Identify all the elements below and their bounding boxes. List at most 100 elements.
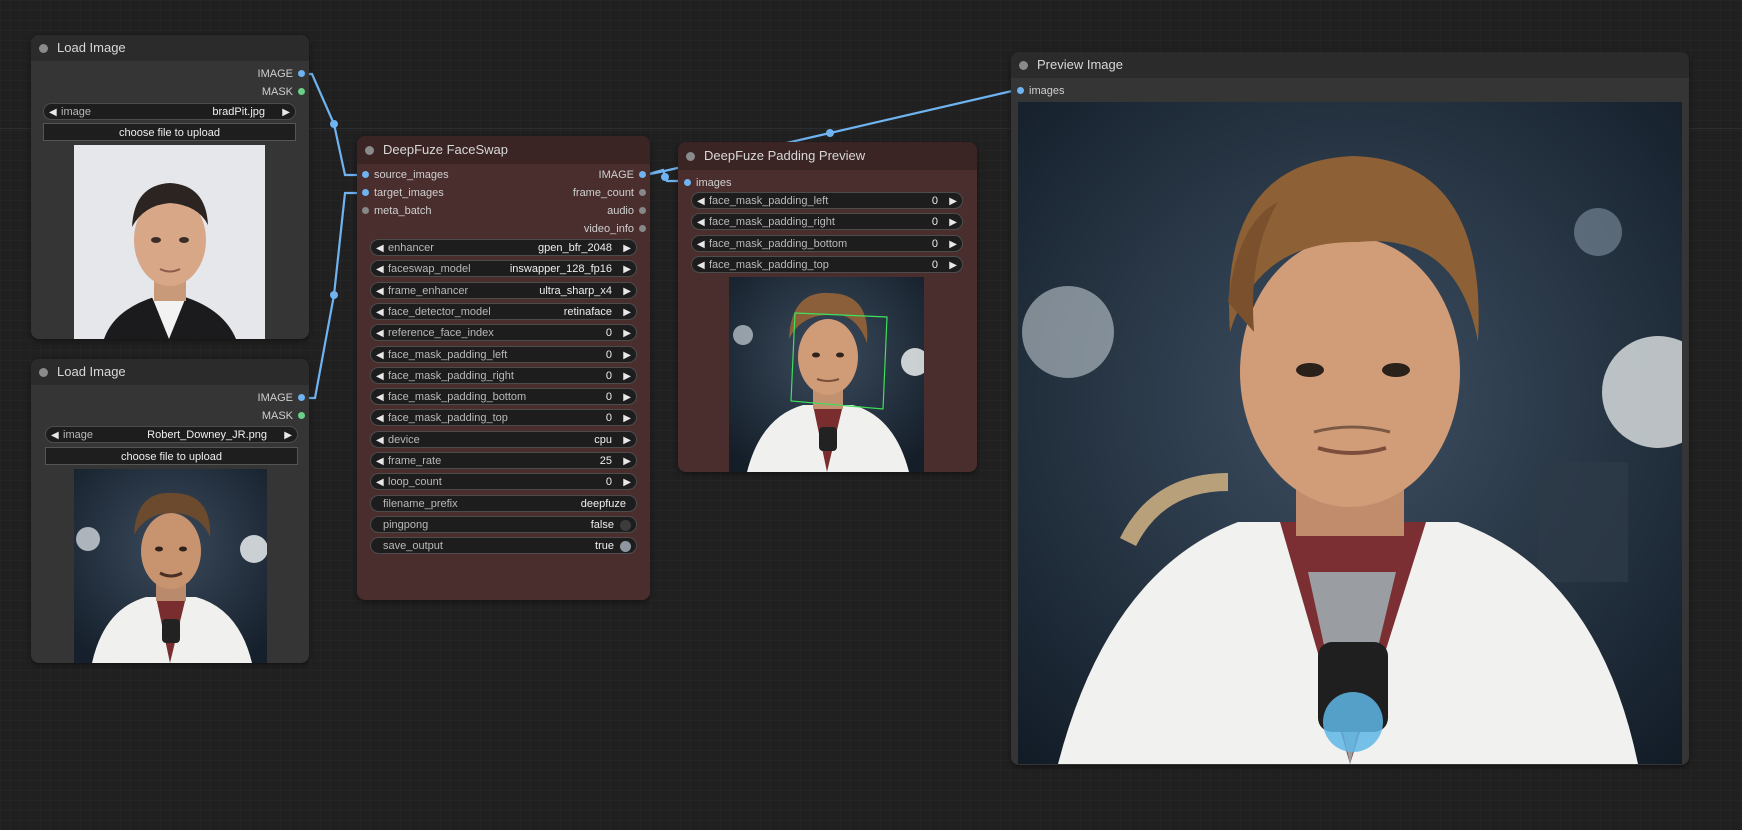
widget-face-mask-padding-bottom[interactable]: ◀ face_mask_padding_bottom 0 ▶ <box>691 234 963 253</box>
input-source-images[interactable]: source_images <box>362 167 449 183</box>
arrow-left-icon[interactable]: ◀ <box>697 257 705 274</box>
toggle-knob-icon[interactable] <box>620 541 631 553</box>
input-meta-batch[interactable]: meta_batch <box>362 203 431 219</box>
output-slot-icon[interactable] <box>639 189 646 196</box>
widget-face-mask-padding-left[interactable]: ◀ face_mask_padding_left 0 ▶ <box>691 192 963 209</box>
node-title[interactable]: Load Image <box>31 35 309 61</box>
arrow-right-icon[interactable]: ▶ <box>623 261 631 278</box>
collapse-dot-icon[interactable] <box>365 146 374 155</box>
node-title[interactable]: Load Image <box>31 359 309 385</box>
output-slot-icon[interactable] <box>298 70 305 77</box>
arrow-right-icon[interactable]: ▶ <box>623 347 631 364</box>
widget-face-mask-padding-bottom[interactable]: ◀ face_mask_padding_bottom 0 ▶ <box>370 388 637 406</box>
arrow-left-icon[interactable]: ◀ <box>376 453 384 470</box>
output-audio[interactable]: audio <box>526 203 646 219</box>
input-slot-icon[interactable] <box>1017 87 1024 94</box>
node-title[interactable]: DeepFuze Padding Preview <box>678 142 977 170</box>
widget-face-mask-padding-left[interactable]: ◀ face_mask_padding_left 0 ▶ <box>370 345 637 364</box>
widget-loop-count[interactable]: ◀ loop_count 0 ▶ <box>370 473 637 491</box>
arrow-left-icon[interactable]: ◀ <box>376 347 384 364</box>
input-images[interactable]: images <box>1017 83 1064 99</box>
arrow-right-icon[interactable]: ▶ <box>949 193 957 210</box>
arrow-right-icon[interactable]: ▶ <box>623 240 631 257</box>
arrow-left-icon[interactable]: ◀ <box>376 410 384 427</box>
arrow-right-icon[interactable]: ▶ <box>623 410 631 427</box>
arrow-left-icon[interactable]: ◀ <box>376 240 384 257</box>
arrow-left-icon[interactable]: ◀ <box>697 193 705 210</box>
arrow-right-icon[interactable]: ▶ <box>623 453 631 470</box>
output-image[interactable]: IMAGE <box>185 390 305 406</box>
widget-face-mask-padding-top[interactable]: ◀ face_mask_padding_top 0 ▶ <box>691 255 963 274</box>
arrow-right-icon[interactable]: ▶ <box>623 389 631 406</box>
input-slot-icon[interactable] <box>362 171 369 178</box>
arrow-right-icon[interactable]: ▶ <box>623 304 631 321</box>
node-title[interactable]: DeepFuze FaceSwap <box>357 136 650 164</box>
output-slot-icon[interactable] <box>298 88 305 95</box>
arrow-left-icon[interactable]: ◀ <box>49 104 57 121</box>
output-frame-count[interactable]: frame_count <box>526 185 646 201</box>
arrow-left-icon[interactable]: ◀ <box>376 261 384 278</box>
load-image-node-1[interactable]: Load Image IMAGE MASK ◀ image bradPit.jp… <box>31 35 309 339</box>
collapse-dot-icon[interactable] <box>39 44 48 53</box>
preview-image-node[interactable]: Preview Image images <box>1011 52 1689 765</box>
input-slot-icon[interactable] <box>362 207 369 214</box>
widget-faceswap-model[interactable]: ◀ faceswap_model inswapper_128_fp16 ▶ <box>370 260 637 278</box>
image-combo-widget[interactable]: ◀ image bradPit.jpg ▶ <box>43 103 296 120</box>
widget-face-mask-padding-top[interactable]: ◀ face_mask_padding_top 0 ▶ <box>370 409 637 427</box>
arrow-right-icon[interactable]: ▶ <box>623 432 631 449</box>
output-slot-icon[interactable] <box>639 207 646 214</box>
load-image-node-2[interactable]: Load Image IMAGE MASK ◀ image Robert_Dow… <box>31 359 309 663</box>
output-mask[interactable]: MASK <box>185 408 305 424</box>
input-images[interactable]: images <box>684 175 731 191</box>
output-image[interactable]: IMAGE <box>185 66 305 82</box>
arrow-left-icon[interactable]: ◀ <box>376 368 384 385</box>
arrow-left-icon[interactable]: ◀ <box>697 214 705 231</box>
arrow-right-icon[interactable]: ▶ <box>284 427 292 444</box>
output-slot-icon[interactable] <box>639 225 646 232</box>
arrow-left-icon[interactable]: ◀ <box>376 474 384 491</box>
arrow-left-icon[interactable]: ◀ <box>51 427 59 444</box>
arrow-left-icon[interactable]: ◀ <box>376 325 384 342</box>
choose-file-button[interactable]: choose file to upload <box>43 123 296 141</box>
image-combo-widget[interactable]: ◀ image Robert_Downey_JR.png ▶ <box>45 426 298 443</box>
widget-device[interactable]: ◀ device cpu ▶ <box>370 430 637 449</box>
input-slot-icon[interactable] <box>362 189 369 196</box>
widget-pingpong[interactable]: pingpong false <box>370 515 637 533</box>
output-slot-icon[interactable] <box>639 171 646 178</box>
widget-face-detector-model[interactable]: ◀ face_detector_model retinaface ▶ <box>370 302 637 321</box>
arrow-left-icon[interactable]: ◀ <box>376 304 384 321</box>
widget-reference-face-index[interactable]: ◀ reference_face_index 0 ▶ <box>370 324 637 342</box>
node-title[interactable]: Preview Image <box>1011 52 1689 78</box>
deepfuze-faceswap-node[interactable]: DeepFuze FaceSwap source_images target_i… <box>357 136 650 600</box>
widget-frame-enhancer[interactable]: ◀ frame_enhancer ultra_sharp_x4 ▶ <box>370 281 637 300</box>
widget-save-output[interactable]: save_output true <box>370 537 637 555</box>
widget-enhancer[interactable]: ◀ enhancer gpen_bfr_2048 ▶ <box>370 239 637 256</box>
choose-file-button[interactable]: choose file to upload <box>45 447 298 465</box>
widget-face-mask-padding-right[interactable]: ◀ face_mask_padding_right 0 ▶ <box>370 366 637 385</box>
arrow-right-icon[interactable]: ▶ <box>623 368 631 385</box>
input-target-images[interactable]: target_images <box>362 185 444 201</box>
arrow-left-icon[interactable]: ◀ <box>376 389 384 406</box>
output-image[interactable]: IMAGE <box>526 167 646 183</box>
arrow-left-icon[interactable]: ◀ <box>697 236 705 253</box>
arrow-right-icon[interactable]: ▶ <box>949 214 957 231</box>
collapse-dot-icon[interactable] <box>1019 61 1028 70</box>
widget-frame-rate[interactable]: ◀ frame_rate 25 ▶ <box>370 452 637 469</box>
arrow-right-icon[interactable]: ▶ <box>282 104 290 121</box>
arrow-right-icon[interactable]: ▶ <box>623 325 631 342</box>
collapse-dot-icon[interactable] <box>39 368 48 377</box>
collapse-dot-icon[interactable] <box>686 152 695 161</box>
widget-face-mask-padding-right[interactable]: ◀ face_mask_padding_right 0 ▶ <box>691 213 963 231</box>
input-slot-icon[interactable] <box>684 179 691 186</box>
output-video-info[interactable]: video_info <box>526 221 646 237</box>
toggle-knob-icon[interactable] <box>620 519 631 531</box>
arrow-right-icon[interactable]: ▶ <box>623 283 631 300</box>
output-mask[interactable]: MASK <box>185 84 305 100</box>
arrow-left-icon[interactable]: ◀ <box>376 283 384 300</box>
deepfuze-padding-preview-node[interactable]: DeepFuze Padding Preview images ◀ face_ma… <box>678 142 977 472</box>
arrow-right-icon[interactable]: ▶ <box>949 236 957 253</box>
arrow-right-icon[interactable]: ▶ <box>949 257 957 274</box>
widget-filename-prefix[interactable]: filename_prefix deepfuze <box>370 494 637 512</box>
output-slot-icon[interactable] <box>298 412 305 419</box>
arrow-right-icon[interactable]: ▶ <box>623 474 631 491</box>
